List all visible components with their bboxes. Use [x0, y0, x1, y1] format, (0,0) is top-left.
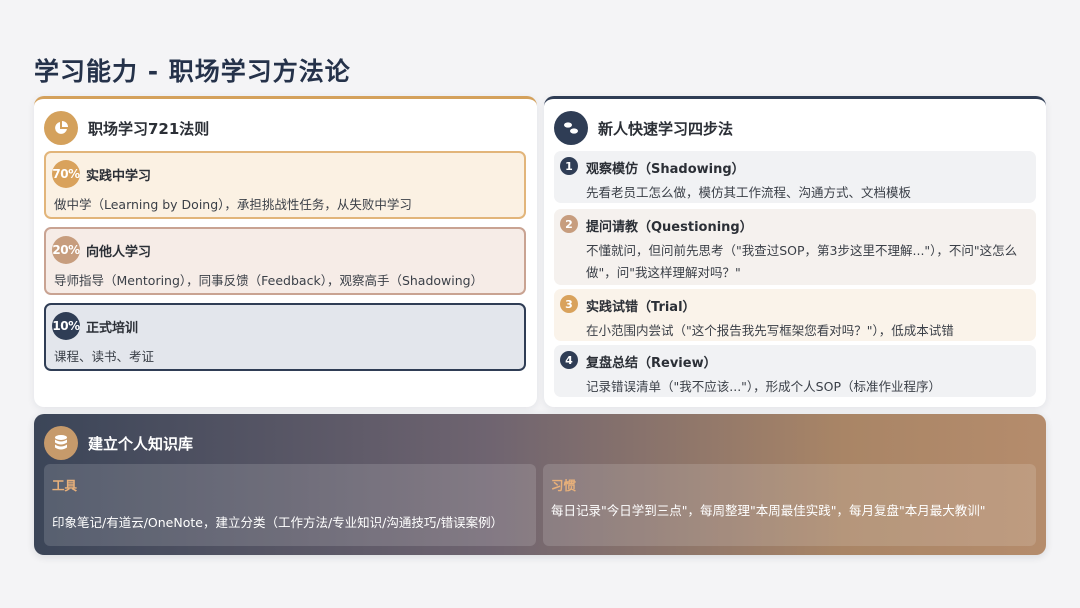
- step-number: 3: [560, 295, 578, 313]
- step-title: 观察模仿（Shadowing）: [586, 162, 745, 177]
- step-item-4: 4 复盘总结（Review） 记录错误清单（"我不应该..."），形成个人SOP…: [554, 345, 1036, 397]
- step-item-2: 2 提问请教（Questioning） 不懂就问，但问前先思考（"我查过SOP，…: [554, 209, 1036, 285]
- four-steps-title: 新人快速学习四步法: [598, 119, 734, 138]
- step-item-1: 1 观察模仿（Shadowing） 先看老员工怎么做，模仿其工作流程、沟通方式、…: [554, 151, 1036, 203]
- step-desc: 记录错误清单（"我不应该..."），形成个人SOP（标准作业程序）: [586, 379, 941, 394]
- knowledge-base-title: 建立个人知识库: [88, 434, 194, 453]
- rule-title: 实践中学习: [86, 169, 152, 184]
- four-steps-header: 新人快速学习四步法: [554, 111, 733, 145]
- rule-item-training: 10% 正式培训 课程、读书、考证: [44, 303, 526, 371]
- rule-item-others: 20% 向他人学习 导师指导（Mentoring），同事反馈（Feedback）…: [44, 227, 526, 295]
- rule-desc: 做中学（Learning by Doing），承担挑战性任务，从失败中学习: [54, 197, 412, 212]
- rule-title: 向他人学习: [86, 245, 152, 260]
- database-icon: [44, 426, 78, 460]
- tools-box: 工具 印象笔记/有道云/OneNote，建立分类（工作方法/专业知识/沟通技巧/…: [44, 464, 536, 546]
- rule-721-header: 职场学习721法则: [44, 111, 209, 145]
- percent-badge: 20%: [52, 236, 80, 264]
- rule-title: 正式培训: [86, 321, 139, 336]
- pie-chart-icon: [44, 111, 78, 145]
- rule-721-title: 职场学习721法则: [88, 119, 210, 138]
- knowledge-base-card: 建立个人知识库 工具 印象笔记/有道云/OneNote，建立分类（工作方法/专业…: [34, 414, 1046, 555]
- percent-badge: 10%: [52, 312, 80, 340]
- step-item-3: 3 实践试错（Trial） 在小范围内尝试（"这个报告我先写框架您看对吗？"），…: [554, 289, 1036, 341]
- rule-item-practice: 70% 实践中学习 做中学（Learning by Doing），承担挑战性任务…: [44, 151, 526, 219]
- habit-label: 习惯: [551, 478, 577, 493]
- knowledge-base-header: 建立个人知识库: [44, 426, 193, 460]
- footprints-icon: [554, 111, 588, 145]
- step-number: 4: [560, 351, 578, 369]
- rule-721-card: 职场学习721法则 70% 实践中学习 做中学（Learning by Doin…: [34, 96, 537, 407]
- habit-text: 每日记录"今日学到三点"，每周整理"本周最佳实践"，每月复盘"本月最大教训": [551, 503, 986, 518]
- step-title: 实践试错（Trial）: [586, 300, 696, 315]
- step-desc: 在小范围内尝试（"这个报告我先写框架您看对吗？"），低成本试错: [586, 323, 954, 338]
- step-title: 提问请教（Questioning）: [586, 220, 753, 235]
- step-desc: 先看老员工怎么做，模仿其工作流程、沟通方式、文档模板: [586, 185, 912, 200]
- rule-desc: 导师指导（Mentoring），同事反馈（Feedback），观察高手（Shad…: [54, 273, 484, 288]
- tools-text: 印象笔记/有道云/OneNote，建立分类（工作方法/专业知识/沟通技巧/错误案…: [52, 515, 504, 530]
- step-desc: 不懂就问，但问前先思考（"我查过SOP，第3步这里不理解..."），不问"这怎么…: [586, 243, 1018, 280]
- page-title: 学习能力 - 职场学习方法论: [34, 57, 351, 86]
- tools-label: 工具: [52, 478, 78, 493]
- four-steps-card: 新人快速学习四步法 1 观察模仿（Shadowing） 先看老员工怎么做，模仿其…: [544, 96, 1046, 407]
- percent-badge: 70%: [52, 160, 80, 188]
- habit-box: 习惯 每日记录"今日学到三点"，每周整理"本周最佳实践"，每月复盘"本月最大教训…: [543, 464, 1036, 546]
- step-number: 2: [560, 215, 578, 233]
- rule-desc: 课程、读书、考证: [54, 349, 155, 364]
- step-title: 复盘总结（Review）: [586, 356, 717, 371]
- step-number: 1: [560, 157, 578, 175]
